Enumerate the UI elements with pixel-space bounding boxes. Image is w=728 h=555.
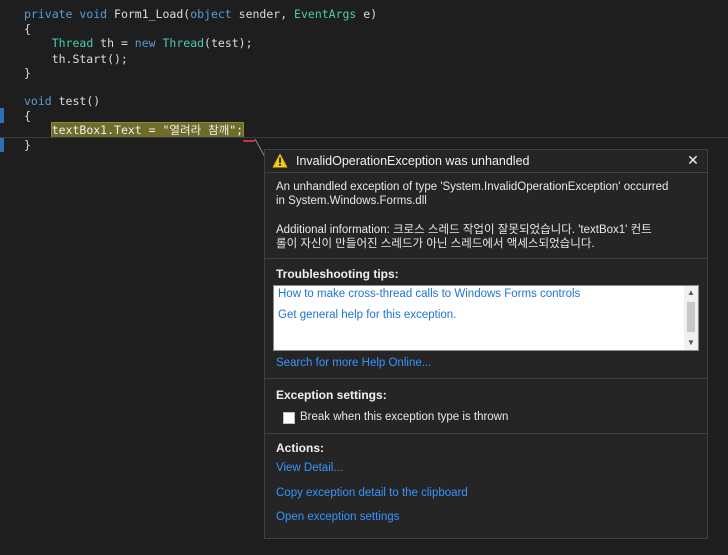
divider bbox=[265, 172, 707, 173]
exception-settings-title: Exception settings: bbox=[276, 388, 387, 402]
code-token: test() bbox=[58, 94, 101, 108]
message-line: An unhandled exception of type 'System.I… bbox=[276, 181, 669, 193]
code-line[interactable]: void test() bbox=[24, 94, 100, 109]
code-line[interactable]: Thread th = new Thread(test); bbox=[24, 36, 253, 51]
additional-line: 롤이 자신이 만들어진 스레드가 아닌 스레드에서 액세스되었습니다. bbox=[276, 238, 595, 250]
open-exception-settings-link[interactable]: Open exception settings bbox=[276, 511, 399, 523]
code-token: (test); bbox=[204, 36, 253, 50]
divider bbox=[265, 258, 707, 259]
code-token: private bbox=[24, 7, 80, 21]
code-token: e) bbox=[363, 7, 378, 21]
additional-line: Additional information: 크로스 스레드 작업이 잘못되었… bbox=[276, 224, 652, 236]
code-line[interactable]: } bbox=[24, 138, 31, 153]
code-token: { bbox=[24, 109, 31, 123]
exception-helper-popup: InvalidOperationException was unhandled … bbox=[264, 149, 708, 539]
divider bbox=[265, 433, 707, 434]
break-on-throw-checkbox[interactable] bbox=[283, 412, 295, 424]
highlighted-statement: textBox1.Text = "열려라 참깨"; bbox=[50, 122, 245, 138]
view-detail-link[interactable]: View Detail... bbox=[276, 462, 343, 474]
line-indicator bbox=[0, 137, 4, 152]
code-line[interactable]: private void Form1_Load(object sender, E… bbox=[24, 7, 377, 22]
search-help-online-link[interactable]: Search for more Help Online... bbox=[276, 357, 431, 369]
code-token: sender, bbox=[238, 7, 295, 21]
warning-icon bbox=[272, 153, 288, 168]
code-token: } bbox=[24, 138, 31, 152]
close-icon[interactable]: ✕ bbox=[685, 152, 701, 168]
tip-link-cross-thread[interactable]: How to make cross-thread calls to Window… bbox=[278, 288, 580, 300]
break-on-throw-label: Break when this exception type is thrown bbox=[300, 411, 509, 423]
line-indicator bbox=[0, 108, 4, 123]
scroll-down-icon[interactable]: ▼ bbox=[684, 337, 698, 349]
code-line[interactable]: textBox1.Text = "열려라 참깨"; bbox=[24, 122, 245, 138]
code-token: void bbox=[24, 94, 59, 108]
code-line[interactable]: { bbox=[24, 109, 31, 124]
troubleshooting-title: Troubleshooting tips: bbox=[276, 267, 399, 281]
troubleshooting-list[interactable]: How to make cross-thread calls to Window… bbox=[273, 285, 699, 351]
code-line[interactable]: } bbox=[24, 66, 31, 81]
copy-detail-link[interactable]: Copy exception detail to the clipboard bbox=[276, 487, 468, 499]
code-line[interactable]: th.Start(); bbox=[24, 52, 128, 67]
divider bbox=[265, 378, 707, 379]
message-line: in System.Windows.Forms.dll bbox=[276, 195, 427, 207]
code-token: } bbox=[24, 66, 31, 80]
scroll-up-icon[interactable]: ▲ bbox=[684, 287, 698, 299]
code-token: Thread bbox=[162, 36, 205, 50]
actions-title: Actions: bbox=[276, 441, 324, 455]
code-token: EventArgs bbox=[294, 7, 364, 21]
code-token: object bbox=[190, 7, 239, 21]
current-line-border bbox=[0, 137, 728, 138]
code-token: th = bbox=[100, 36, 135, 50]
scroll-thumb[interactable] bbox=[687, 302, 695, 332]
exception-message: An unhandled exception of type 'System.I… bbox=[276, 180, 696, 208]
tips-scrollbar[interactable]: ▲ ▼ bbox=[684, 286, 698, 350]
code-token: th.Start(); bbox=[24, 52, 128, 66]
popup-header: InvalidOperationException was unhandled … bbox=[265, 150, 707, 172]
code-token: new bbox=[134, 36, 163, 50]
additional-information: Additional information: 크로스 스레드 작업이 잘못되었… bbox=[276, 223, 696, 251]
code-line[interactable]: { bbox=[24, 22, 31, 37]
code-token: Thread bbox=[51, 36, 101, 50]
popup-title: InvalidOperationException was unhandled bbox=[296, 154, 530, 168]
tip-link-general-help[interactable]: Get general help for this exception. bbox=[278, 309, 456, 321]
code-token: void bbox=[79, 7, 115, 21]
code-token: { bbox=[24, 22, 31, 36]
code-token: Form1_Load( bbox=[114, 7, 191, 21]
